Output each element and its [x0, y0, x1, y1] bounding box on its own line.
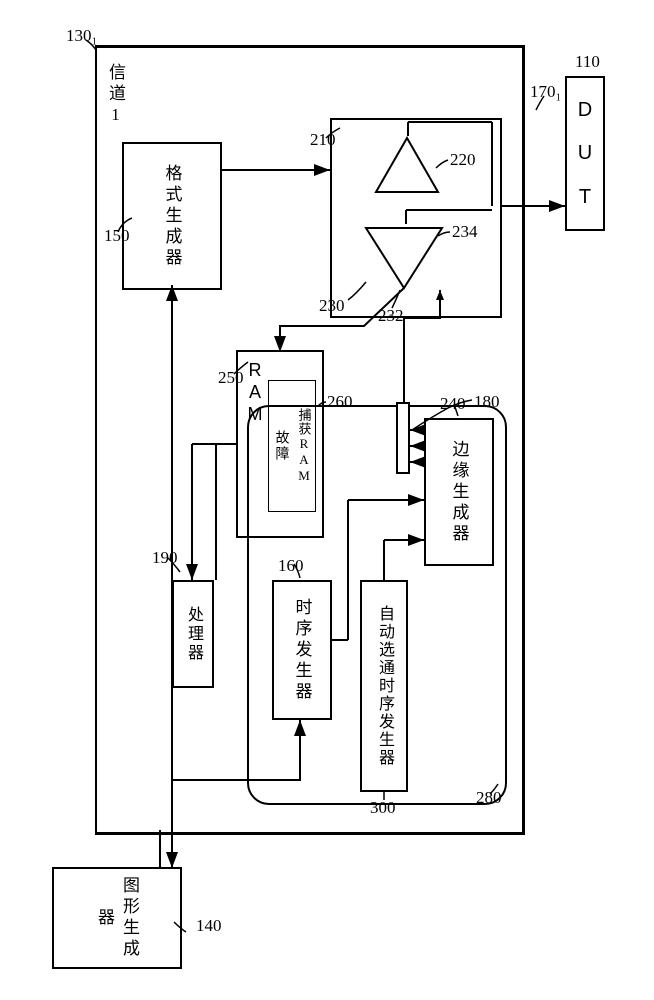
block-diagram: 130₁ 信道1 图形生成器 140 格式生成器 150 210 220 230… — [0, 0, 654, 1000]
connectors — [0, 0, 654, 1000]
